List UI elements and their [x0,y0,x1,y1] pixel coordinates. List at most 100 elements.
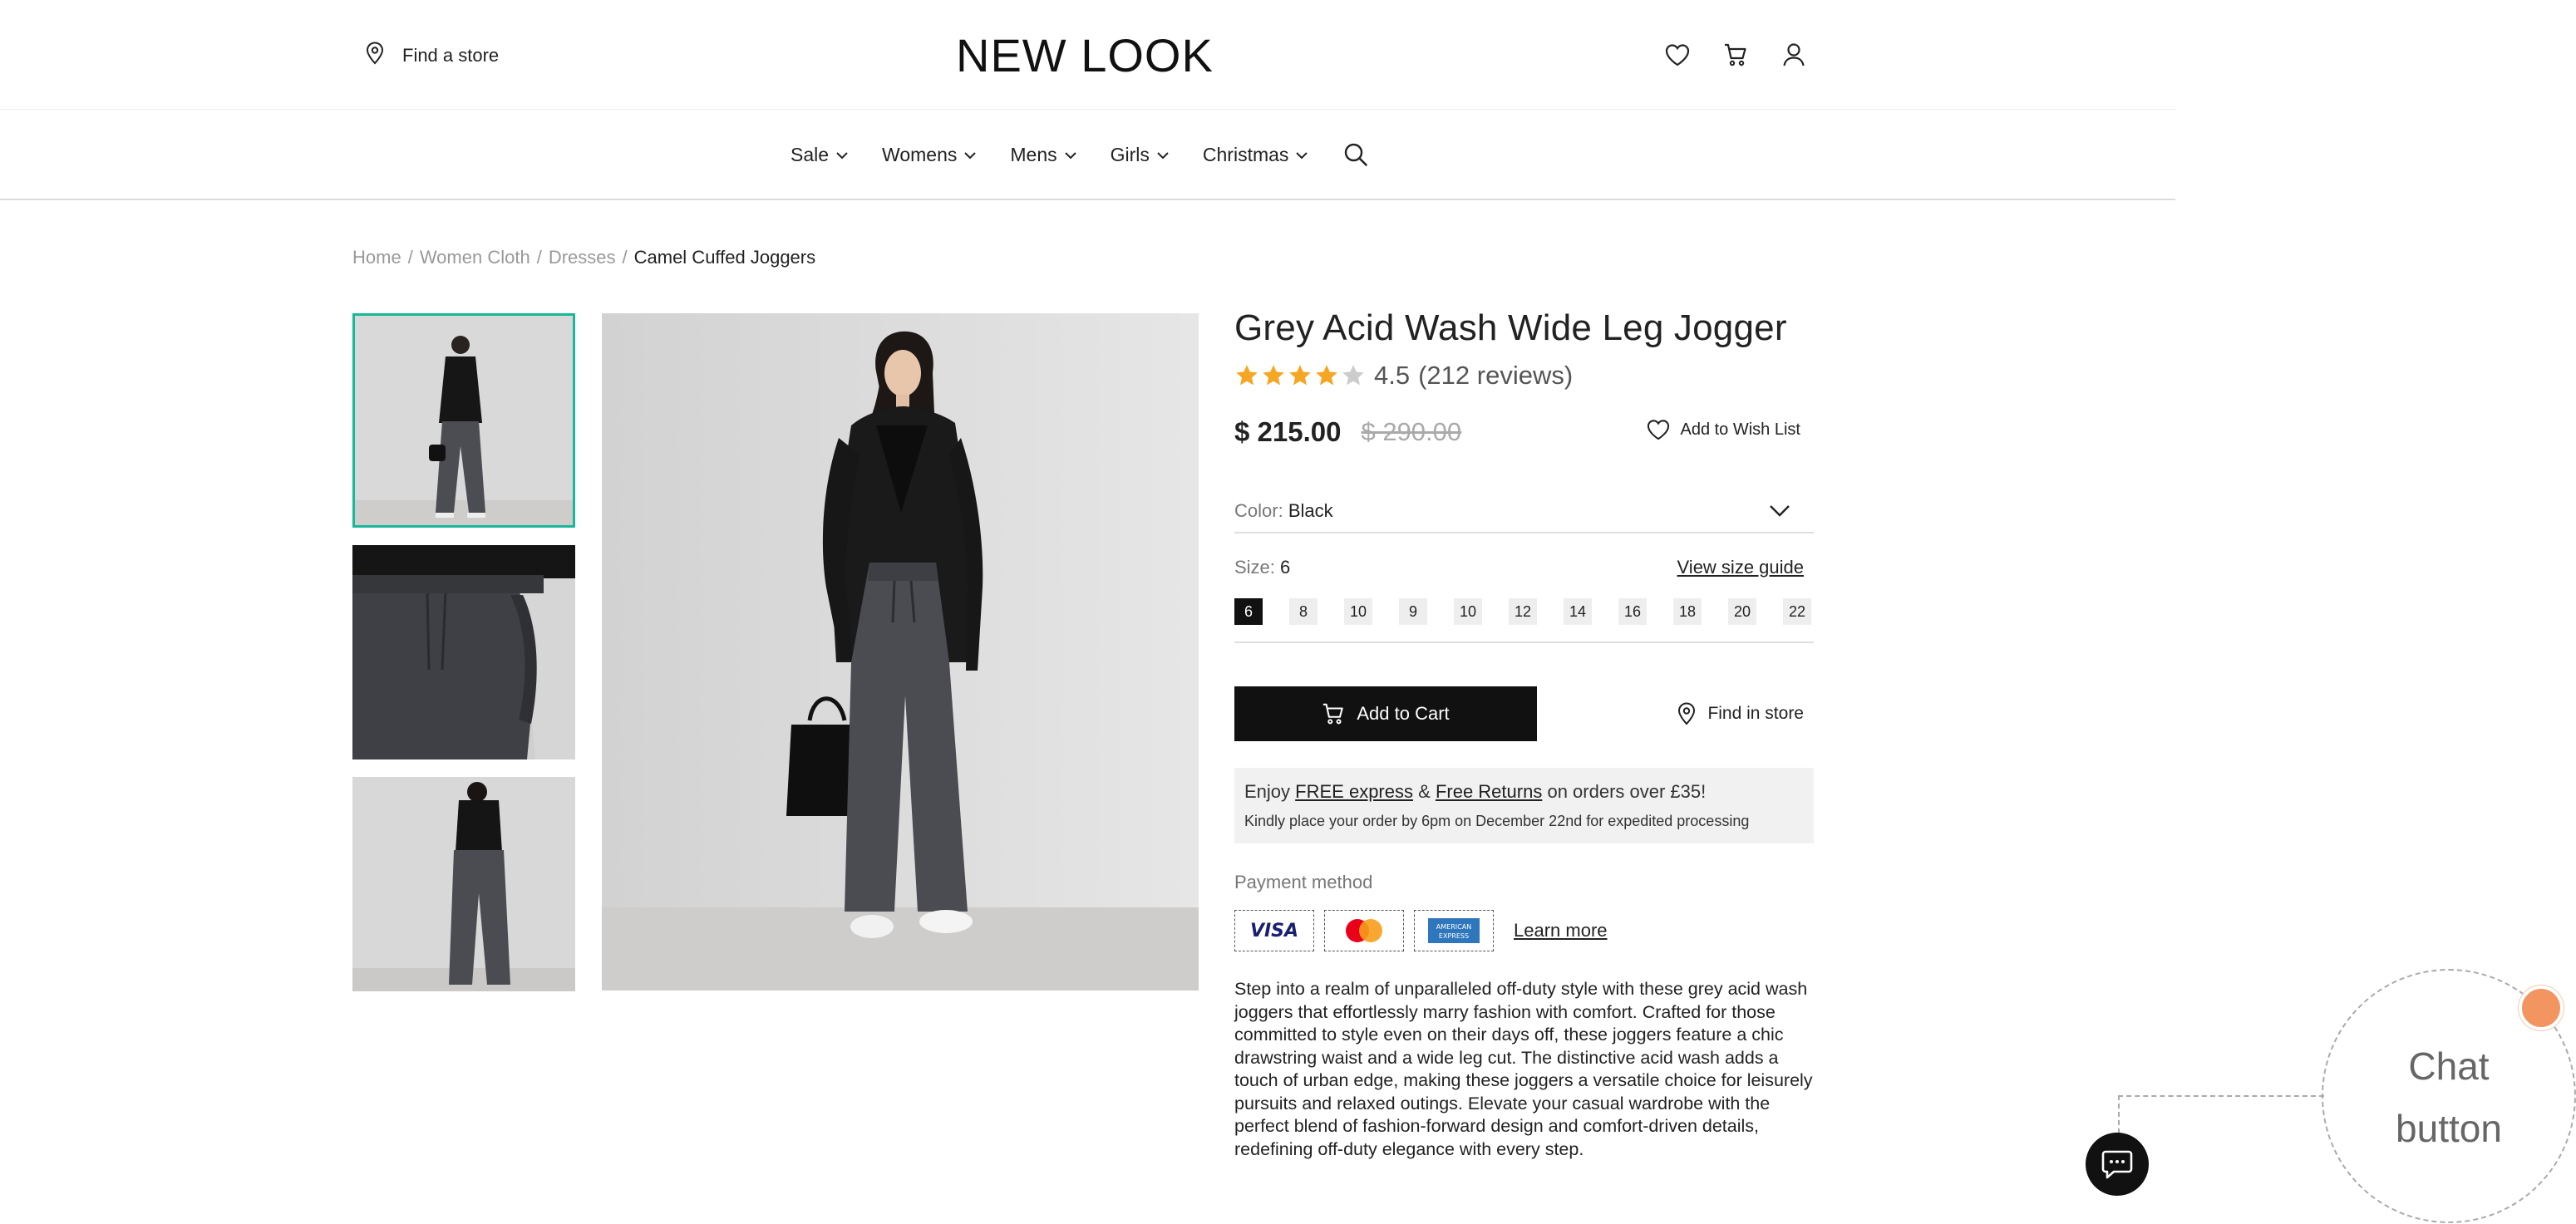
size-guide-link[interactable]: View size guide [1677,557,1804,578]
thumbnail-3[interactable] [352,777,575,991]
size-value: 6 [1280,557,1291,578]
mastercard-icon [1324,910,1404,951]
free-express-link[interactable]: FREE express [1295,781,1413,802]
thumbnail-1[interactable] [352,313,575,528]
size-option-6[interactable]: 6 [1234,598,1263,625]
nav-item-label: Christmas [1202,143,1289,165]
chevron-down-icon [964,152,977,160]
chevron-down-icon [1064,152,1076,160]
shipping-banner: Enjoy FREE express & Free Returns on ord… [1234,768,1814,843]
size-option-22[interactable]: 22 [1783,598,1811,625]
nav-item-christmas[interactable]: Christmas [1203,144,1309,166]
cart-icon[interactable] [1721,40,1751,70]
main-nav: Sale Womens Mens Girls Christmas [0,111,2175,200]
product-title: Grey Acid Wash Wide Leg Jogger [1234,307,1787,348]
size-options: 6 8 10 9 10 12 14 16 18 20 22 [1234,598,1814,643]
breadcrumb-separator: / [407,247,413,268]
breadcrumb-women-cloth[interactable]: Women Cloth [420,247,530,268]
find-in-store-label: Find in store [1707,704,1804,723]
annotation-label: Chat button [2374,1035,2524,1160]
rating-value: 4.5 [1374,361,1411,390]
american-express-icon: AMERICAN EXPRESS [1414,910,1494,951]
chat-button[interactable] [2086,1133,2149,1196]
annotation-label-line: Chat [2408,1045,2490,1088]
visa-card-icon: VISA [1234,910,1314,951]
review-count[interactable]: (212 reviews) [1418,361,1573,391]
header-icons [1662,40,1809,70]
cart-icon [1323,703,1344,725]
nav-item-womens[interactable]: Womens [882,144,977,166]
product-info: Grey Acid Wash Wide Leg Jogger 4.5 (212 … [1234,307,1814,1161]
thumbnail-2[interactable] [352,545,575,759]
nav-item-label: Womens [882,143,958,165]
add-to-cart-label: Add to Cart [1357,703,1450,724]
location-pin-icon [1678,702,1696,725]
user-icon[interactable] [1779,40,1809,70]
size-option-18[interactable]: 18 [1673,598,1702,625]
price-row: $ 215.00 $ 290.00 Add to Wish List [1234,414,1814,450]
search-icon[interactable] [1343,142,1368,167]
size-option-14[interactable]: 14 [1564,598,1592,625]
breadcrumb-separator: / [536,247,542,268]
shipping-text: Enjoy [1244,781,1291,802]
nav-item-label: Girls [1110,143,1150,165]
wishlist-label: Add to Wish List [1680,420,1800,439]
size-label: Size: [1234,557,1275,578]
main-product-image[interactable] [602,313,1199,991]
color-select[interactable]: Color: Black [1234,500,1814,533]
learn-more-link[interactable]: Learn more [1514,920,1608,941]
add-to-cart-button[interactable]: Add to Cart [1234,686,1537,741]
size-option-9[interactable]: 9 [1399,598,1427,625]
rating-row: 4.5 (212 reviews) [1234,361,1814,391]
nav-item-girls[interactable]: Girls [1111,144,1170,166]
star-icon [1316,365,1337,386]
size-option-8[interactable]: 8 [1289,598,1318,625]
heart-icon[interactable] [1662,40,1692,70]
svg-text:EXPRESS: EXPRESS [1439,932,1469,940]
breadcrumb: Home / Women Cloth / Dresses / Camel Cuf… [352,247,815,268]
nav-item-label: Sale [791,143,830,165]
find-in-store-link[interactable]: Find in store [1677,702,1804,725]
svg-text:AMERICAN: AMERICAN [1436,923,1471,931]
star-icon [1263,365,1284,386]
annotation-marker-dot [2519,986,2564,1030]
find-a-store-link[interactable]: Find a store [366,42,499,70]
nav-item-sale[interactable]: Sale [791,144,849,166]
breadcrumb-home[interactable]: Home [352,247,401,268]
shipping-text: & [1418,781,1431,802]
location-pin-icon [366,42,384,70]
chevron-down-icon [1157,152,1169,160]
original-price: $ 290.00 [1361,417,1462,446]
size-option-16[interactable]: 16 [1618,598,1647,625]
product-description: Step into a realm of unparalleled off-du… [1234,979,1813,1159]
nav-items: Sale Womens Mens Girls Christmas [791,142,1368,167]
free-returns-link[interactable]: Free Returns [1436,781,1542,802]
current-price: $ 215.00 [1234,416,1342,447]
breadcrumb-dresses[interactable]: Dresses [549,247,616,268]
star-icon [1236,365,1258,386]
cart-row: Add to Cart Find in store [1234,686,1814,741]
size-option-12[interactable]: 12 [1509,598,1537,625]
star-icon [1289,365,1311,386]
color-label: Color: [1234,500,1283,521]
shipping-offer: Enjoy FREE express & Free Returns on ord… [1244,781,1804,803]
nav-item-mens[interactable]: Mens [1010,144,1076,166]
color-field: Color: Black [1234,500,1333,522]
add-to-wishlist-button[interactable]: Add to Wish List [1647,419,1800,440]
payment-cards: VISA AMERICAN EXPRESS Learn more [1234,910,1814,951]
chevron-down-icon [836,152,848,160]
payment-method-label: Payment method [1234,872,1373,892]
size-option-10[interactable]: 10 [1454,598,1482,625]
thumbnail-list [352,313,575,1009]
size-option-10[interactable]: 10 [1344,598,1372,625]
size-field: Size: 6 [1234,557,1290,578]
breadcrumb-separator: / [622,247,628,268]
heart-icon [1648,420,1670,440]
star-empty-icon [1342,365,1364,386]
size-option-20[interactable]: 20 [1728,598,1756,625]
top-header: Find a store NEW LOOK [0,0,2175,110]
shipping-text: on orders over £35! [1547,781,1707,802]
annotation-label-line: button [2396,1107,2502,1150]
annotation-leader-line [2118,1095,2324,1133]
brand-logo[interactable]: NEW LOOK [956,28,1214,82]
